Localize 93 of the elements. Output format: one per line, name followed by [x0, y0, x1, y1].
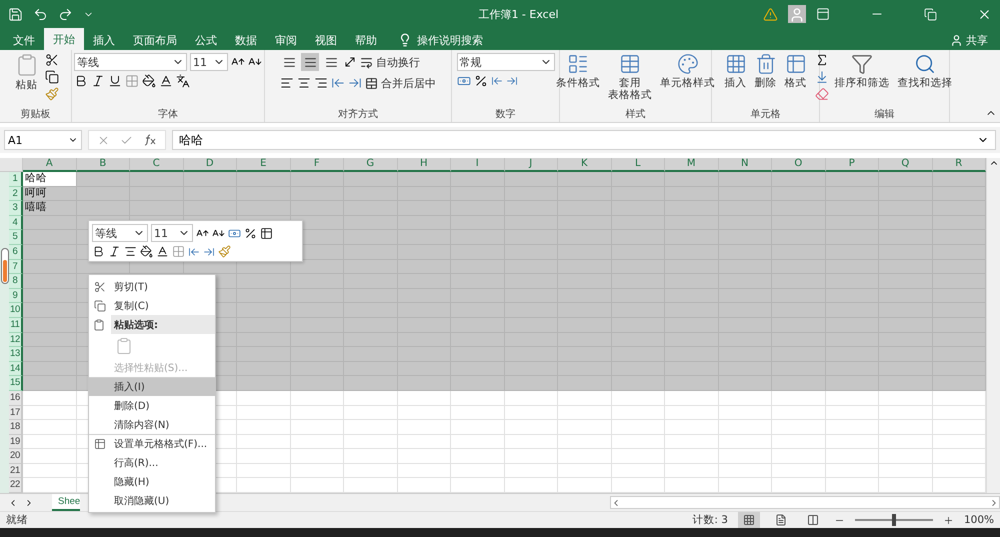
menu-item[interactable]: 插入(I)	[89, 377, 215, 396]
row-header[interactable]: 21	[9, 464, 23, 478]
group-label: 单元格	[750, 108, 780, 122]
ribbon-tab[interactable]: 开始	[44, 28, 84, 50]
column-header[interactable]: Q	[879, 158, 932, 172]
group-label: 数字	[496, 108, 516, 122]
style-button[interactable]: 条件格式	[554, 53, 602, 108]
column-header[interactable]: N	[718, 158, 772, 172]
column-header[interactable]: J	[504, 158, 558, 172]
column-header[interactable]: P	[826, 158, 879, 172]
font-name-field[interactable]: 等线	[74, 53, 187, 71]
ribbon-tab[interactable]: 公式	[186, 30, 226, 50]
column-header[interactable]: G	[344, 158, 398, 172]
editing-button[interactable]: 查找和选择	[896, 53, 954, 108]
table-cell[interactable]: 哈哈	[23, 172, 76, 187]
group-label: 编辑	[874, 108, 894, 122]
column-header[interactable]: A	[23, 158, 76, 172]
share-button[interactable]: 共享	[950, 30, 988, 50]
group-label: 对齐方式	[338, 108, 378, 122]
count-text: 计数: 3	[692, 513, 728, 527]
search-field[interactable]: 操作说明搜索	[398, 30, 483, 50]
number-format-field[interactable]: 常规	[456, 53, 554, 71]
row-header[interactable]: 1	[9, 172, 23, 187]
menu-item[interactable]: 设置单元格格式(F)...	[89, 434, 215, 453]
column-header[interactable]: O	[772, 158, 826, 172]
row-header[interactable]: 4	[9, 216, 23, 230]
menu-item[interactable]: 复制(C)	[89, 296, 215, 315]
cells-button[interactable]: 删除	[752, 53, 778, 108]
row-header[interactable]: 16	[9, 390, 23, 406]
row-header[interactable]: 5	[9, 230, 23, 245]
row-header[interactable]: 14	[9, 362, 23, 376]
row-header[interactable]: 18	[9, 420, 23, 435]
cells-button[interactable]: 插入	[722, 53, 748, 108]
menu-item[interactable]: 隐藏(H)	[89, 472, 215, 491]
column-header[interactable]: K	[558, 158, 612, 172]
font-size-field[interactable]: 11	[190, 53, 228, 71]
row-header[interactable]: 3	[9, 201, 23, 216]
column-header[interactable]: M	[665, 158, 718, 172]
row-header[interactable]: 11	[9, 318, 23, 333]
style-button[interactable]: 套用 表格格式	[606, 53, 654, 108]
group-label: 样式	[626, 108, 646, 122]
cells-button[interactable]: 格式	[782, 53, 808, 108]
ribbon-tab[interactable]: 页面布局	[124, 30, 186, 50]
column-header[interactable]: B	[76, 158, 130, 172]
style-button[interactable]: 单元格样式	[658, 53, 717, 108]
group-label: 字体	[158, 108, 178, 122]
status-text: 就绪	[6, 513, 28, 527]
ribbon-tab[interactable]: 视图	[306, 30, 346, 50]
row-header[interactable]: 7	[9, 260, 23, 274]
row-header[interactable]: 10	[9, 303, 23, 318]
menu-item[interactable]: 行高(R)...	[89, 453, 215, 472]
column-header[interactable]: L	[612, 158, 665, 172]
font-name-field[interactable]: 等线	[92, 224, 148, 242]
table-cell[interactable]: 呵呵	[23, 186, 76, 202]
menu-item[interactable]: 剪切(T)	[89, 277, 215, 296]
editing-button[interactable]: 排序和筛选	[832, 53, 892, 108]
ribbon-tab[interactable]: 帮助	[346, 30, 386, 50]
row-header[interactable]: 12	[9, 332, 23, 348]
ribbon-tab[interactable]: 插入	[84, 30, 124, 50]
group-label: 剪贴板	[20, 108, 50, 122]
column-header[interactable]: C	[130, 158, 184, 172]
row-header[interactable]: 13	[9, 347, 23, 362]
sheet-tab[interactable]: Shee	[52, 494, 80, 511]
menu-item[interactable]: 删除(D)	[89, 396, 215, 415]
row-header[interactable]: 9	[9, 288, 23, 304]
column-header[interactable]: E	[237, 158, 290, 172]
menu-item[interactable]: 清除内容(N)	[89, 415, 215, 434]
column-header[interactable]: H	[398, 158, 451, 172]
window-title: 工作簿1 - Excel	[477, 6, 559, 22]
ribbon-tab[interactable]: 文件	[4, 30, 44, 50]
table-cell[interactable]: 嘻嘻	[23, 201, 76, 216]
zoom-reading: 100%	[964, 514, 994, 526]
row-header[interactable]: 19	[9, 434, 23, 450]
column-header[interactable]: I	[451, 158, 504, 172]
row-header[interactable]: 17	[9, 406, 23, 420]
name-box[interactable]: A1	[4, 130, 82, 150]
font-size-field[interactable]: 11	[151, 224, 193, 242]
row-header[interactable]: 20	[9, 449, 23, 464]
row-header[interactable]: 22	[9, 478, 23, 493]
ribbon-tab[interactable]: 审阅	[266, 30, 306, 50]
row-header[interactable]: 8	[9, 274, 23, 289]
column-header[interactable]: D	[184, 158, 237, 172]
column-header[interactable]: R	[932, 158, 986, 172]
wrap-text-button[interactable]: 自动换行	[360, 53, 420, 71]
ribbon-tab[interactable]: 数据	[226, 30, 266, 50]
row-header[interactable]: 2	[9, 186, 23, 202]
formula-field[interactable]: 哈哈	[172, 130, 996, 150]
menu-item[interactable]: 取消隐藏(U)	[89, 491, 215, 510]
paste-button[interactable]: 粘贴	[12, 53, 40, 108]
row-header[interactable]: 15	[9, 376, 23, 391]
merge-center-button[interactable]: 合并后居中	[365, 74, 436, 92]
column-header[interactable]: F	[290, 158, 344, 172]
row-header[interactable]: 6	[9, 244, 23, 260]
